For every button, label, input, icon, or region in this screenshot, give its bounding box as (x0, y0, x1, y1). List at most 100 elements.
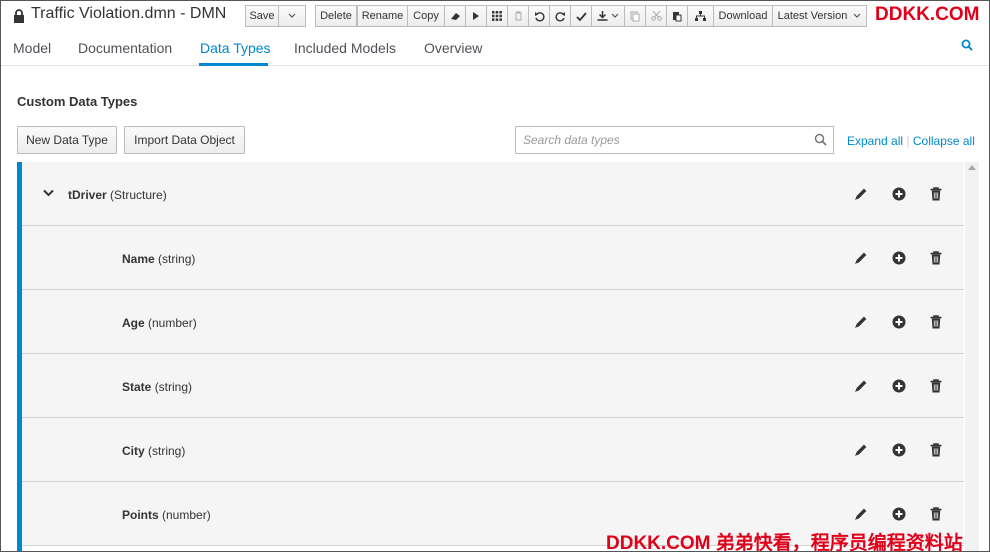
trash-icon (930, 379, 942, 393)
collapse-all-link[interactable]: Collapse all (913, 134, 975, 148)
data-type-kind: (number) (148, 316, 197, 330)
import-data-object-button[interactable]: Import Data Object (124, 126, 245, 154)
pencil-icon (855, 444, 867, 456)
add-nested-button[interactable] (890, 249, 908, 267)
grid-icon (492, 11, 502, 21)
data-type-kind: (string) (158, 252, 196, 266)
sitemap-icon (695, 11, 706, 21)
tab-documentation[interactable]: Documentation (78, 40, 172, 56)
page-title: Custom Data Types (17, 94, 138, 109)
data-type-row: Name (string) (22, 226, 964, 290)
latest-version-label: Latest Version (777, 10, 848, 22)
delete-button[interactable]: Delete (315, 5, 357, 27)
data-type-label: Name (string) (122, 252, 195, 266)
data-type-row: City (string) (22, 418, 964, 482)
toolbar-delete-button[interactable] (507, 5, 529, 27)
latest-version-dropdown[interactable]: Latest Version (772, 5, 867, 27)
data-type-name: Name (122, 252, 155, 266)
redo-button[interactable] (549, 5, 571, 27)
site-watermark: DDKK.COM 弟弟快看，程序员编程资料站 (606, 533, 963, 552)
scissors-icon (650, 11, 662, 21)
data-type-row: State (string) (22, 354, 964, 418)
data-type-label: Points (number) (122, 508, 211, 522)
edit-button[interactable] (852, 505, 870, 523)
play-icon (473, 12, 479, 20)
undo-button[interactable] (528, 5, 550, 27)
copy-icon-button[interactable] (624, 5, 646, 27)
add-nested-button[interactable] (890, 377, 908, 395)
edit-button[interactable] (852, 249, 870, 267)
hierarchy-button[interactable] (687, 5, 714, 27)
remove-button[interactable] (927, 313, 945, 331)
edit-button[interactable] (852, 185, 870, 203)
remove-button[interactable] (927, 377, 945, 395)
data-type-name: Age (122, 316, 145, 330)
link-separator: | (906, 134, 910, 148)
redo-icon (554, 11, 565, 22)
eraser-button[interactable] (444, 5, 466, 27)
vertical-scrollbar[interactable] (965, 162, 979, 551)
search-icon[interactable] (814, 133, 827, 146)
validate-button[interactable] (570, 5, 592, 27)
expand-collapse-links: Expand all | Collapse all (847, 134, 975, 148)
data-type-label: Age (number) (122, 316, 197, 330)
pencil-icon (855, 252, 867, 264)
edit-button[interactable] (852, 377, 870, 395)
tab-included-models[interactable]: Included Models (294, 40, 396, 56)
trash-icon (930, 251, 942, 265)
expand-all-link[interactable]: Expand all (847, 134, 903, 148)
trash-icon (514, 11, 522, 21)
paste-button[interactable] (666, 5, 688, 27)
add-nested-button[interactable] (890, 313, 908, 331)
export-dropdown-button[interactable] (591, 5, 625, 27)
new-data-type-button[interactable]: New Data Type (17, 126, 117, 154)
tab-data-types[interactable]: Data Types (200, 40, 271, 56)
remove-button[interactable] (927, 441, 945, 459)
trash-icon (930, 443, 942, 457)
search-data-types-input[interactable] (516, 127, 806, 153)
data-type-kind: (string) (154, 380, 193, 394)
scroll-up-arrow-icon[interactable] (968, 165, 976, 170)
copy-icon (630, 11, 640, 21)
grid-button[interactable] (486, 5, 508, 27)
data-type-list: tDriver (Structure) Name (string) Age (n… (17, 162, 964, 551)
tab-overview[interactable]: Overview (424, 40, 482, 56)
edit-button[interactable] (852, 441, 870, 459)
remove-button[interactable] (927, 249, 945, 267)
cut-button[interactable] (645, 5, 667, 27)
save-button[interactable]: Save (245, 5, 279, 27)
lock-icon (14, 9, 24, 23)
plus-circle-icon (892, 315, 906, 329)
rename-button[interactable]: Rename (357, 5, 408, 27)
data-type-label: City (string) (122, 444, 185, 458)
run-button[interactable] (465, 5, 487, 27)
remove-button[interactable] (927, 185, 945, 203)
trash-icon (930, 315, 942, 329)
data-type-label: State (string) (122, 380, 192, 394)
chevron-down-icon[interactable] (43, 189, 54, 197)
chevron-down-icon (853, 13, 861, 18)
add-nested-button[interactable] (890, 505, 908, 523)
eraser-icon (450, 12, 460, 20)
remove-button[interactable] (927, 505, 945, 523)
add-nested-button[interactable] (890, 185, 908, 203)
search-box (515, 126, 834, 154)
download-button[interactable]: Download (713, 5, 773, 27)
editor-tabs: Model Documentation Data Types Included … (1, 30, 989, 66)
plus-circle-icon (892, 379, 906, 393)
tab-model[interactable]: Model (13, 40, 51, 56)
check-icon (575, 11, 587, 21)
save-dropdown-button[interactable] (278, 5, 306, 27)
pencil-icon (855, 316, 867, 328)
edit-button[interactable] (852, 313, 870, 331)
undo-icon (534, 11, 545, 22)
brand-watermark: DDKK.COM (875, 4, 980, 25)
search-icon[interactable] (961, 39, 973, 51)
data-type-row: tDriver (Structure) (22, 162, 964, 226)
plus-circle-icon (892, 443, 906, 457)
data-type-name: City (122, 444, 145, 458)
add-nested-button[interactable] (890, 441, 908, 459)
data-type-kind: (Structure) (110, 188, 167, 202)
app-window: Traffic Violation.dmn - DMN Save Delete … (0, 0, 990, 552)
copy-button[interactable]: Copy (407, 5, 445, 27)
